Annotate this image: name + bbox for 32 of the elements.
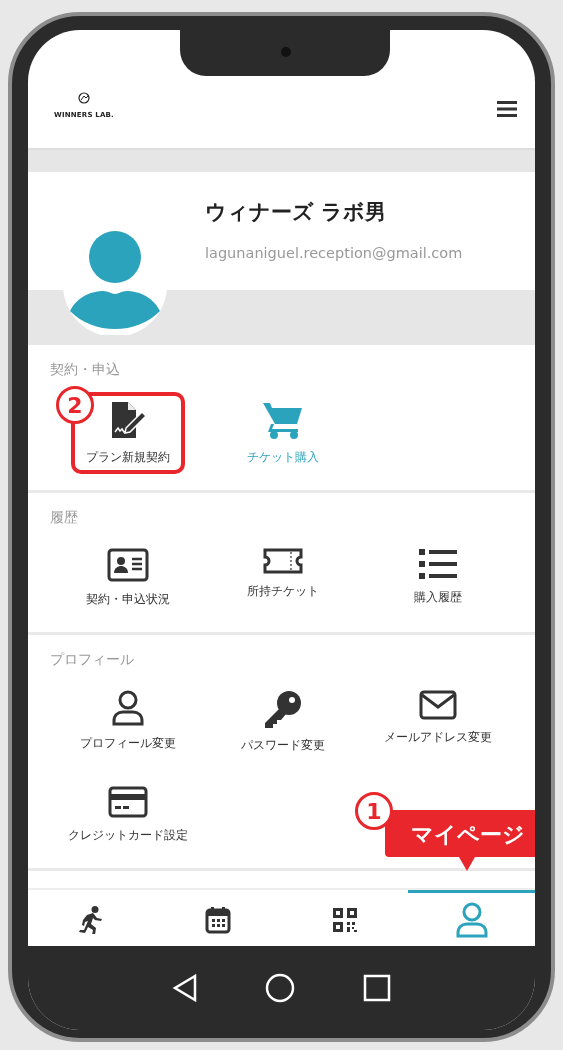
- callout-label: マイページ: [385, 810, 535, 857]
- envelope-icon: [418, 690, 457, 720]
- cart-icon: [261, 400, 304, 440]
- home-icon[interactable]: [265, 973, 296, 1003]
- user-icon: [455, 901, 488, 938]
- ticket-icon: [262, 548, 303, 574]
- number-badge: 1: [355, 792, 393, 830]
- user-email: lagunaniguel.reception@gmail.com: [205, 243, 464, 263]
- menu-tile[interactable]: 契約・申込状況: [81, 542, 174, 614]
- number-badge: 2: [56, 386, 94, 424]
- key-icon: [263, 690, 302, 728]
- running-person-icon: [78, 905, 105, 934]
- menu-tile[interactable]: クレジットカード設定: [63, 780, 192, 850]
- camera-icon: [281, 47, 291, 57]
- section-title: 履歴: [50, 508, 79, 527]
- back-icon[interactable]: [171, 974, 198, 1002]
- user-icon: [111, 690, 144, 726]
- id-card-icon: [106, 548, 149, 582]
- credit-card-icon: [107, 786, 148, 818]
- menu-tile[interactable]: パスワード変更: [236, 684, 329, 760]
- qr-code-icon: [332, 907, 357, 932]
- menu-tile[interactable]: 所持チケット: [242, 542, 323, 614]
- user-name: ウィナーズ ラボ男: [205, 199, 388, 227]
- section-title: 契約・申込: [50, 360, 121, 379]
- menu-tile[interactable]: プロフィール変更: [75, 684, 180, 760]
- recents-icon[interactable]: [363, 974, 392, 1002]
- section-title: プロフィール: [50, 650, 135, 669]
- menu-tile[interactable]: 購入履歴: [409, 542, 466, 614]
- menu-tile[interactable]: メールアドレス変更: [379, 684, 496, 760]
- list-icon: [418, 548, 457, 580]
- calendar-icon: [205, 905, 232, 934]
- callout-pointer: [459, 857, 475, 871]
